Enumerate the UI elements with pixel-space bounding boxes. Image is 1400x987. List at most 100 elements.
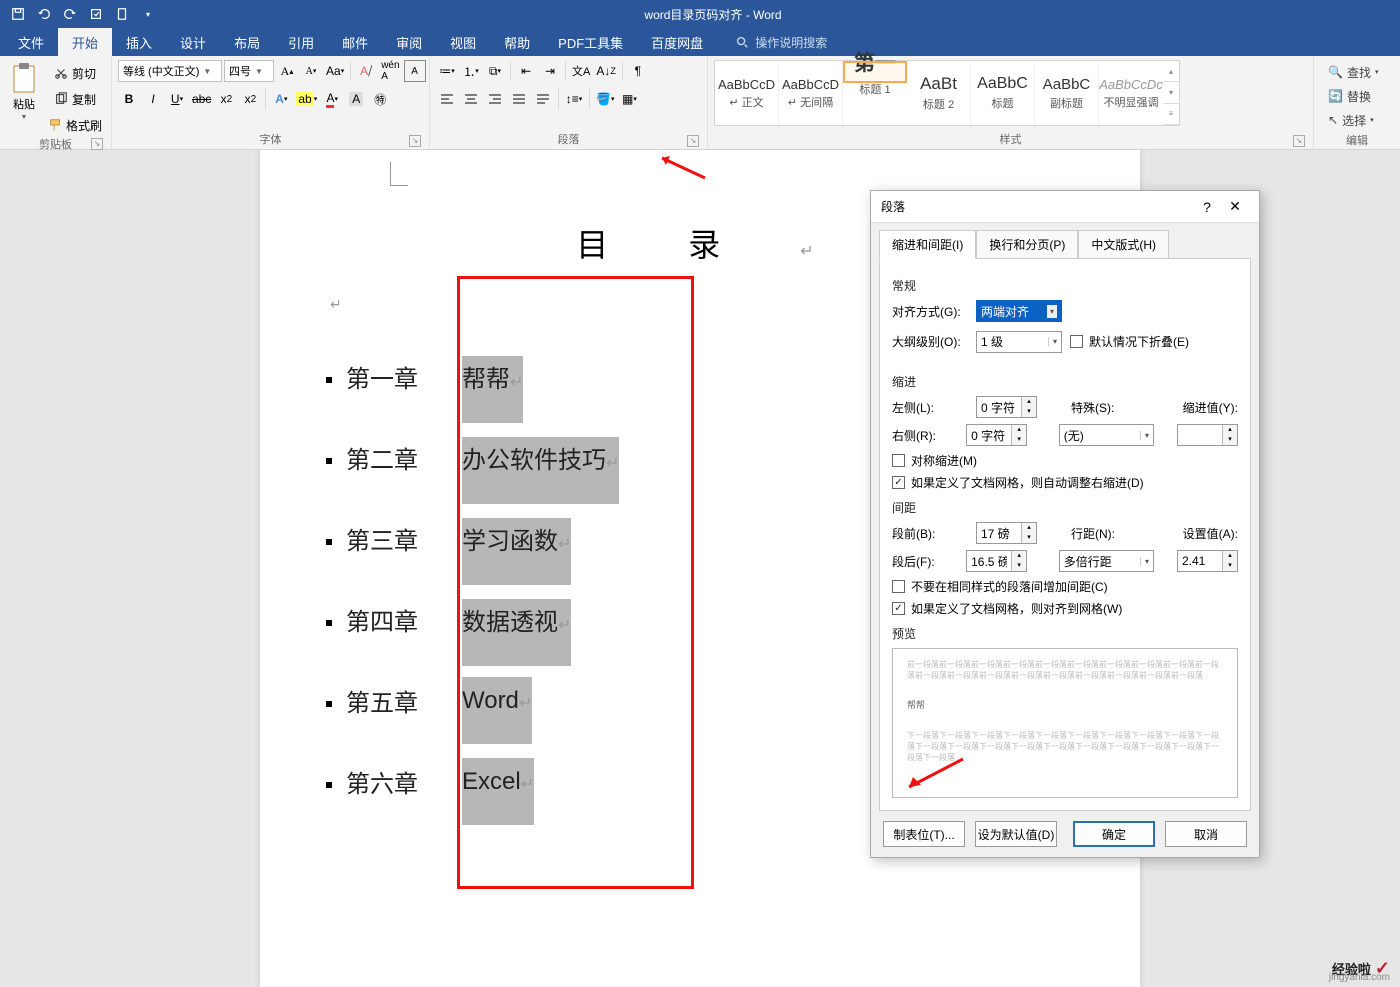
format-painter-button[interactable]: 格式刷 [46,114,104,136]
tab-mailings[interactable]: 邮件 [328,28,382,56]
replace-button[interactable]: 🔄替换 [1326,86,1380,106]
style-heading2[interactable]: AaBt标题 2 [907,61,971,125]
char-border-button[interactable]: A [404,60,426,82]
gallery-scroll[interactable]: ▴▾≡ [1163,61,1179,125]
cancel-button[interactable]: 取消 [1165,821,1247,847]
align-right-button[interactable] [484,88,506,110]
tab-review[interactable]: 审阅 [382,28,436,56]
mirror-indent-checkbox[interactable]: 对称缩进(M) [892,452,1238,469]
redo-button[interactable] [58,2,82,26]
tab-line-breaks[interactable]: 换行和分页(P) [976,230,1078,259]
align-left-button[interactable] [436,88,458,110]
close-button[interactable]: ✕ [1221,198,1249,215]
tab-view[interactable]: 视图 [436,28,490,56]
tab-help[interactable]: 帮助 [490,28,544,56]
numbering-button[interactable]: ⒈▾ [460,60,482,82]
increase-indent-button[interactable]: ⇥ [539,60,561,82]
style-subtle[interactable]: AaBbCcDc不明显强调 [1099,61,1163,125]
alignment-select[interactable]: 两端对齐▾ [976,300,1062,322]
sort-button[interactable]: A↓Z [594,60,618,82]
style-nospacing[interactable]: AaBbCcD↵ 无间隔 [779,61,843,125]
bold-button[interactable]: B [118,88,140,110]
line-spacing-button[interactable]: ↕≡▾ [563,88,585,110]
tab-file[interactable]: 文件 [4,28,58,56]
shading-button[interactable]: 🪣▾ [594,88,616,110]
style-heading1[interactable]: 第一标题 1 [843,61,907,83]
align-justify-button[interactable] [508,88,530,110]
special-indent-select[interactable]: (无)▾ [1059,424,1154,446]
text-effects-button[interactable]: A▾ [270,88,292,110]
snap-grid-checkbox[interactable]: ✓如果定义了文档网格，则对齐到网格(W) [892,600,1238,617]
find-button[interactable]: 🔍查找▾ [1326,62,1380,82]
space-before-spinner[interactable]: ▴▾ [976,522,1037,544]
borders-button[interactable]: ▦▾ [618,88,640,110]
distribute-button[interactable] [532,88,554,110]
ok-button[interactable]: 确定 [1073,821,1155,847]
font-launcher[interactable]: ↘ [409,135,421,147]
style-normal[interactable]: AaBbCcD↵ 正文 [715,61,779,125]
help-button[interactable]: ? [1193,199,1221,215]
underline-button[interactable]: U▾ [166,88,188,110]
auto-adjust-indent-checkbox[interactable]: ✓如果定义了文档网格，则自动调整右缩进(D) [892,474,1238,491]
ltr-button[interactable]: 文A [570,60,592,82]
dialog-titlebar[interactable]: 段落 ? ✕ [871,191,1259,223]
qat-btn-4[interactable] [84,2,108,26]
enclose-char-button[interactable]: ㊕ [369,88,391,110]
grow-font-button[interactable]: A▴ [276,60,298,82]
font-name-combo[interactable]: 等线 (中文正文)▼ [118,60,222,82]
paragraph-launcher[interactable]: ↘ [687,135,699,147]
qat-more[interactable]: ▾ [136,2,160,26]
tab-insert[interactable]: 插入 [112,28,166,56]
clear-format-button[interactable]: A⧸ [355,60,377,82]
phonetic-button[interactable]: wénA [379,60,401,82]
undo-button[interactable] [32,2,56,26]
shrink-font-button[interactable]: A▾ [300,60,322,82]
set-default-button[interactable]: 设为默认值(D) [975,821,1057,847]
superscript-button[interactable]: x2 [239,88,261,110]
style-subtitle[interactable]: AaBbC副标题 [1035,61,1099,125]
tab-references[interactable]: 引用 [274,28,328,56]
copy-button[interactable]: 复制 [46,88,104,110]
watermark: 经验啦 ✓ jingyanla.com [1332,958,1390,979]
select-button[interactable]: ↖选择▾ [1326,110,1380,130]
style-title[interactable]: AaBbC标题 [971,61,1035,125]
tab-pdf[interactable]: PDF工具集 [544,28,637,56]
styles-launcher[interactable]: ↘ [1293,135,1305,147]
multilevel-button[interactable]: ⧉▾ [484,60,506,82]
outline-level-select[interactable]: 1 级▾ [976,331,1062,353]
highlight-button[interactable]: ab▾ [294,88,319,110]
line-spacing-select[interactable]: 多倍行距▾ [1059,550,1154,572]
line-spacing-value-spinner[interactable]: ▴▾ [1177,550,1238,572]
italic-button[interactable]: I [142,88,164,110]
decrease-indent-button[interactable]: ⇤ [515,60,537,82]
indent-right-spinner[interactable]: ▴▾ [966,424,1027,446]
tab-home[interactable]: 开始 [58,28,112,56]
qat-btn-5[interactable] [110,2,134,26]
tab-design[interactable]: 设计 [166,28,220,56]
bullets-button[interactable]: ≔▾ [436,60,458,82]
cut-button[interactable]: 剪切 [46,62,104,84]
tab-indent-spacing[interactable]: 缩进和间距(I) [879,230,976,259]
save-button[interactable] [6,2,30,26]
font-size-combo[interactable]: 四号▼ [224,60,274,82]
change-case-button[interactable]: Aa▾ [324,60,346,82]
collapse-checkbox[interactable]: 默认情况下折叠(E) [1070,333,1189,350]
indent-left-spinner[interactable]: ▴▾ [976,396,1037,418]
tell-me-search[interactable]: 操作说明搜索 [717,28,827,56]
show-marks-button[interactable]: ¶ [627,60,649,82]
paste-button[interactable]: 粘贴 ▼ [6,60,42,123]
align-center-button[interactable] [460,88,482,110]
replace-icon: 🔄 [1328,89,1343,103]
tab-layout[interactable]: 布局 [220,28,274,56]
tabs-button[interactable]: 制表位(T)... [883,821,965,847]
tab-baidu[interactable]: 百度网盘 [637,28,717,56]
subscript-button[interactable]: x2 [215,88,237,110]
font-color-button[interactable]: A▾ [321,88,343,110]
indent-value-spinner[interactable]: ▴▾ [1177,424,1238,446]
no-space-checkbox[interactable]: 不要在相同样式的段落间增加间距(C) [892,578,1238,595]
clipboard-launcher[interactable]: ↘ [91,138,103,150]
char-shading-button[interactable]: A [345,88,367,110]
tab-chinese[interactable]: 中文版式(H) [1078,230,1169,259]
strike-button[interactable]: abc [190,88,213,110]
space-after-spinner[interactable]: ▴▾ [966,550,1027,572]
